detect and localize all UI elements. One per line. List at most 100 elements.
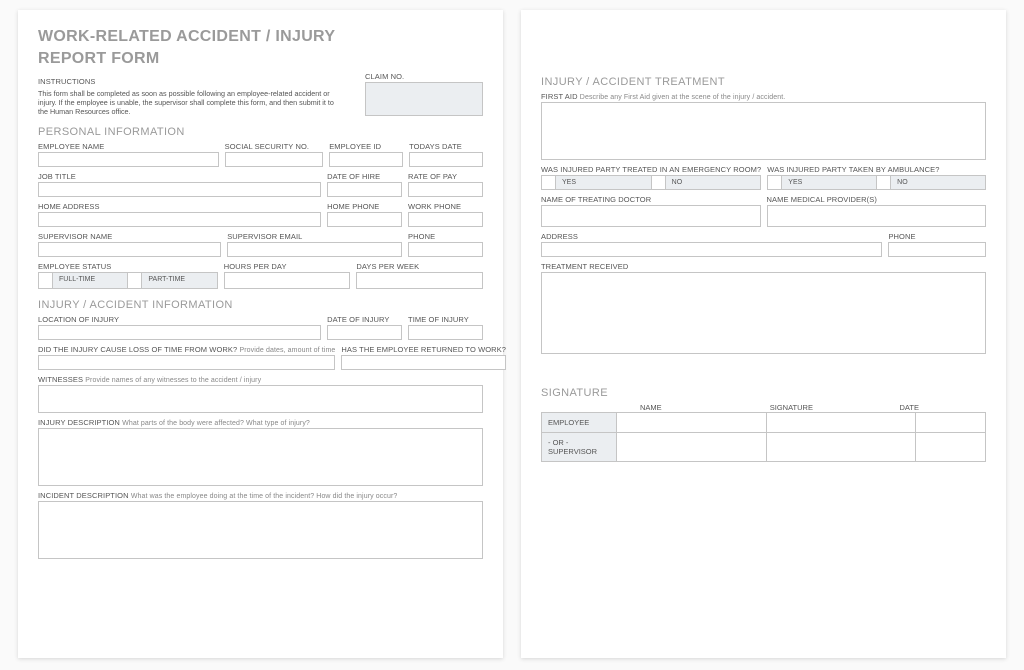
days-per-week-field[interactable] bbox=[356, 272, 483, 289]
home-address-field[interactable] bbox=[38, 212, 321, 227]
doctor-field[interactable] bbox=[541, 205, 761, 227]
employee-id-label: EMPLOYEE ID bbox=[329, 142, 403, 151]
provider-field[interactable] bbox=[767, 205, 987, 227]
treatment-header: INJURY / ACCIDENT TREATMENT bbox=[541, 76, 986, 88]
supervisor-email-label: SUPERVISOR EMAIL bbox=[227, 232, 402, 241]
work-phone-field[interactable] bbox=[408, 212, 483, 227]
signature-row-employee: EMPLOYEE bbox=[542, 413, 986, 433]
full-time-checkbox[interactable] bbox=[39, 273, 53, 288]
todays-date-field[interactable] bbox=[409, 152, 483, 167]
sig-employee-date[interactable] bbox=[916, 413, 986, 433]
sig-name-header: NAME bbox=[616, 403, 770, 412]
supervisor-name-field[interactable] bbox=[38, 242, 221, 257]
sig-date-header: DATE bbox=[900, 403, 987, 412]
claim-no-label: CLAIM NO. bbox=[365, 72, 483, 81]
injury-date-field[interactable] bbox=[327, 325, 402, 340]
part-time-checkbox[interactable] bbox=[128, 273, 142, 288]
er-no-checkbox[interactable] bbox=[652, 176, 666, 189]
todays-date-label: TODAYS DATE bbox=[409, 142, 483, 151]
injury-desc-label: INJURY DESCRIPTION What parts of the bod… bbox=[38, 418, 483, 427]
injury-time-label: TIME OF INJURY bbox=[408, 315, 483, 324]
treat-address-label: ADDRESS bbox=[541, 232, 882, 241]
work-phone-label: WORK PHONE bbox=[408, 202, 483, 211]
home-phone-field[interactable] bbox=[327, 212, 402, 227]
instructions-label: INSTRUCTIONS bbox=[38, 77, 359, 86]
sig-employee-signature[interactable] bbox=[766, 413, 916, 433]
employee-status-label: EMPLOYEE STATUS bbox=[38, 262, 218, 271]
sig-employee-label: EMPLOYEE bbox=[542, 413, 617, 433]
form-title-line2: REPORT FORM bbox=[38, 50, 359, 68]
location-field[interactable] bbox=[38, 325, 321, 340]
incident-desc-q: INCIDENT DESCRIPTION bbox=[38, 491, 129, 500]
hours-per-day-field[interactable] bbox=[224, 272, 351, 289]
incident-desc-hint: What was the employee doing at the time … bbox=[131, 493, 398, 500]
sig-signature-header: SIGNATURE bbox=[770, 403, 900, 412]
page-1: WORK-RELATED ACCIDENT / INJURY REPORT FO… bbox=[18, 10, 503, 658]
loss-time-hint: Provide dates, amount of time bbox=[239, 347, 335, 354]
incident-desc-label: INCIDENT DESCRIPTION What was the employ… bbox=[38, 491, 483, 500]
treat-phone-field[interactable] bbox=[888, 242, 986, 257]
ambulance-question-label: WAS INJURED PARTY TAKEN BY AMBULANCE? bbox=[767, 165, 986, 174]
witnesses-hint: Provide names of any witnesses to the ac… bbox=[85, 377, 261, 384]
job-title-field[interactable] bbox=[38, 182, 321, 197]
er-yes-checkbox[interactable] bbox=[542, 176, 556, 189]
incident-desc-field[interactable] bbox=[38, 501, 483, 559]
returned-label: HAS THE EMPLOYEE RETURNED TO WORK? bbox=[341, 345, 506, 354]
treatment-received-field[interactable] bbox=[541, 272, 986, 354]
amb-no-label: NO bbox=[891, 176, 985, 189]
employee-name-field[interactable] bbox=[38, 152, 219, 167]
claim-no-field[interactable] bbox=[365, 82, 483, 116]
rate-of-pay-field[interactable] bbox=[408, 182, 483, 197]
full-time-label: FULL-TIME bbox=[53, 273, 127, 288]
witnesses-q: WITNESSES bbox=[38, 375, 83, 384]
home-phone-label: HOME PHONE bbox=[327, 202, 402, 211]
ssn-label: SOCIAL SECURITY NO. bbox=[225, 142, 324, 151]
er-options: YES NO bbox=[541, 175, 761, 190]
first-aid-q: FIRST AID bbox=[541, 92, 578, 101]
supervisor-phone-label: PHONE bbox=[408, 232, 483, 241]
injury-desc-hint: What parts of the body were affected? Wh… bbox=[122, 420, 310, 427]
returned-field[interactable] bbox=[341, 355, 506, 370]
date-of-hire-field[interactable] bbox=[327, 182, 402, 197]
signature-header: SIGNATURE bbox=[541, 387, 986, 399]
witnesses-field[interactable] bbox=[38, 385, 483, 413]
employee-name-label: EMPLOYEE NAME bbox=[38, 142, 219, 151]
injury-date-label: DATE OF INJURY bbox=[327, 315, 402, 324]
supervisor-email-field[interactable] bbox=[227, 242, 402, 257]
ambulance-options: YES NO bbox=[767, 175, 986, 190]
amb-no-checkbox[interactable] bbox=[877, 176, 891, 189]
employee-id-field[interactable] bbox=[329, 152, 403, 167]
page-2: INJURY / ACCIDENT TREATMENT FIRST AID De… bbox=[521, 10, 1006, 658]
signature-column-headers: NAME SIGNATURE DATE bbox=[541, 403, 986, 412]
loss-time-label: DID THE INJURY CAUSE LOSS OF TIME FROM W… bbox=[38, 345, 335, 354]
form-title-line1: WORK-RELATED ACCIDENT / INJURY bbox=[38, 28, 359, 46]
loss-time-field[interactable] bbox=[38, 355, 335, 370]
location-label: LOCATION OF INJURY bbox=[38, 315, 321, 324]
treat-phone-label: PHONE bbox=[888, 232, 986, 241]
injury-desc-q: INJURY DESCRIPTION bbox=[38, 418, 120, 427]
sig-supervisor-label: - OR - SUPERVISOR bbox=[542, 433, 617, 462]
first-aid-label: FIRST AID Describe any First Aid given a… bbox=[541, 92, 986, 101]
part-time-label: PART-TIME bbox=[142, 273, 216, 288]
treatment-received-label: TREATMENT RECEIVED bbox=[541, 262, 986, 271]
injury-desc-field[interactable] bbox=[38, 428, 483, 486]
sig-supervisor-name[interactable] bbox=[617, 433, 767, 462]
provider-label: NAME MEDICAL PROVIDER(S) bbox=[767, 195, 987, 204]
treat-address-field[interactable] bbox=[541, 242, 882, 257]
date-of-hire-label: DATE OF HIRE bbox=[327, 172, 402, 181]
er-yes-label: YES bbox=[556, 176, 651, 189]
injury-time-field[interactable] bbox=[408, 325, 483, 340]
doctor-label: NAME OF TREATING DOCTOR bbox=[541, 195, 761, 204]
sig-supervisor-date[interactable] bbox=[916, 433, 986, 462]
sig-supervisor-signature[interactable] bbox=[766, 433, 916, 462]
supervisor-phone-field[interactable] bbox=[408, 242, 483, 257]
first-aid-hint: Describe any First Aid given at the scen… bbox=[580, 94, 786, 101]
rate-of-pay-label: RATE OF PAY bbox=[408, 172, 483, 181]
amb-yes-checkbox[interactable] bbox=[768, 176, 782, 189]
sig-employee-name[interactable] bbox=[617, 413, 767, 433]
first-aid-field[interactable] bbox=[541, 102, 986, 160]
signature-row-supervisor: - OR - SUPERVISOR bbox=[542, 433, 986, 462]
header-row: WORK-RELATED ACCIDENT / INJURY REPORT FO… bbox=[38, 28, 483, 116]
ssn-field[interactable] bbox=[225, 152, 324, 167]
personal-info-header: PERSONAL INFORMATION bbox=[38, 126, 483, 138]
